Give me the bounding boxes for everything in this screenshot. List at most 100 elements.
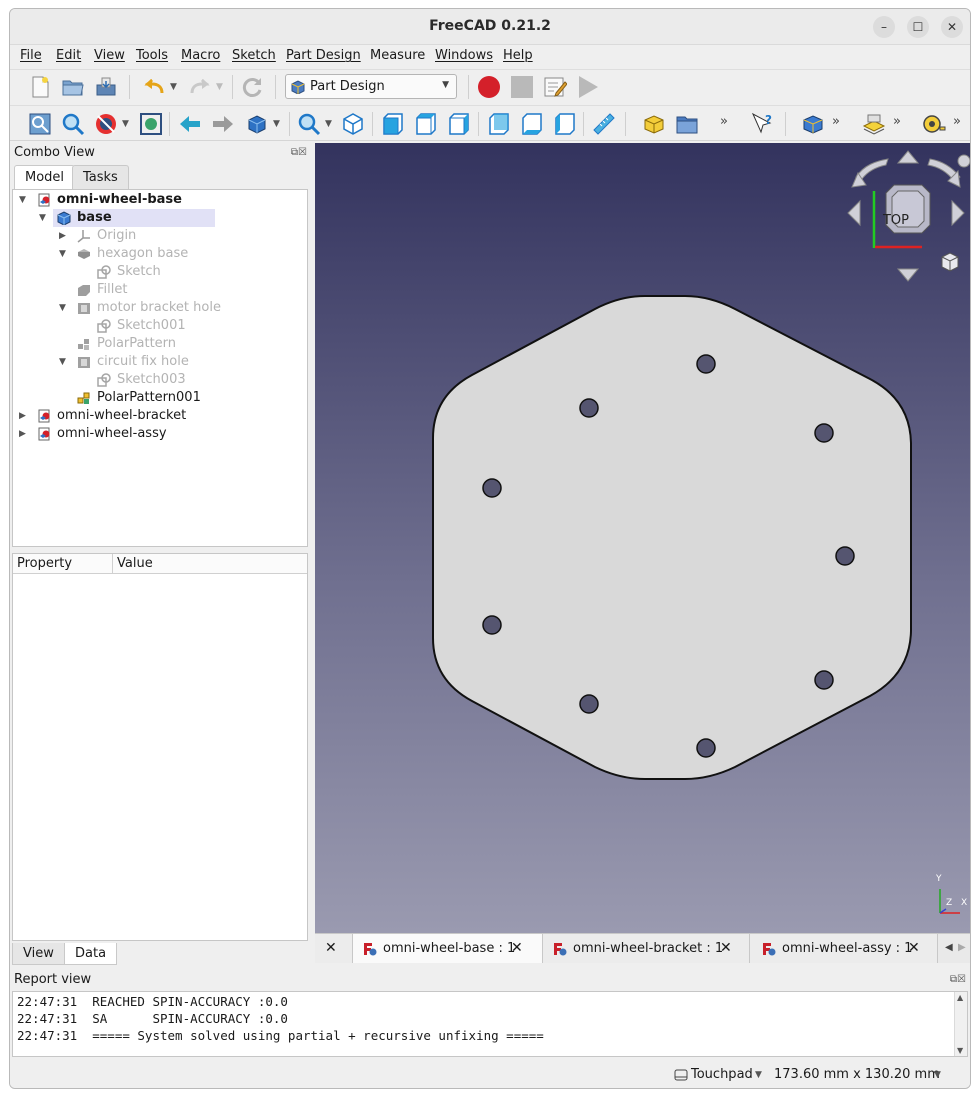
- navigation-style-label[interactable]: Touchpad: [691, 1067, 753, 1082]
- front-view-icon[interactable]: [381, 112, 405, 136]
- left-view-icon[interactable]: [553, 112, 577, 136]
- scroll-tabs-left-icon[interactable]: ◀: [945, 942, 953, 953]
- menu-view[interactable]: View: [94, 48, 125, 63]
- hole[interactable]: [482, 478, 502, 498]
- tree-item-omni-wheel-base[interactable]: ▼ omni-wheel-base: [13, 191, 307, 209]
- tab-omni-wheel-bracket[interactable]: omni-wheel-bracket : 1 ✕: [543, 934, 750, 963]
- create-body-icon[interactable]: [801, 112, 825, 136]
- value-column-header[interactable]: Value: [117, 556, 153, 571]
- refresh-icon[interactable]: [240, 75, 264, 99]
- zoom-icon[interactable]: [297, 112, 321, 136]
- tree-item-sketch001[interactable]: Sketch001: [13, 317, 307, 335]
- tree-item-omni-wheel-bracket[interactable]: ▶ omni-wheel-bracket: [13, 407, 307, 425]
- toolbar-overflow-4[interactable]: »: [953, 114, 961, 129]
- sync-view-icon[interactable]: [245, 112, 269, 136]
- tree-item-sketch[interactable]: Sketch: [13, 263, 307, 281]
- record-macro-icon[interactable]: [477, 75, 501, 99]
- menu-macro[interactable]: Macro: [181, 48, 220, 63]
- create-sketch-icon[interactable]: [862, 112, 886, 136]
- isometric-view-icon[interactable]: [341, 112, 365, 136]
- panel-float-close-icons[interactable]: ⧉☒: [950, 974, 966, 985]
- rear-view-icon[interactable]: [487, 112, 511, 136]
- whats-this-icon[interactable]: ?: [751, 112, 775, 136]
- fit-all-icon[interactable]: [61, 112, 85, 136]
- toolbar-overflow-3[interactable]: »: [893, 114, 901, 129]
- hole[interactable]: [696, 738, 716, 758]
- back-arrow-icon[interactable]: [178, 112, 202, 136]
- view-dimensions-label[interactable]: 173.60 mm x 130.20 mm: [774, 1067, 940, 1082]
- hole[interactable]: [814, 423, 834, 443]
- menu-tools[interactable]: Tools: [136, 48, 168, 63]
- expand-arrow-icon[interactable]: ▼: [39, 209, 49, 227]
- draw-style-icon[interactable]: [94, 112, 118, 136]
- scroll-up-icon[interactable]: ▲: [957, 993, 963, 1002]
- expand-arrow-icon[interactable]: ▶: [19, 407, 29, 425]
- toolbar-overflow-1[interactable]: »: [720, 114, 728, 129]
- menu-measure[interactable]: Measure: [370, 48, 425, 63]
- draw-style-dropdown-icon[interactable]: ▼: [122, 119, 129, 129]
- 3d-viewport[interactable]: TOP Y X Z: [315, 143, 970, 933]
- tree-item-sketch003[interactable]: Sketch003: [13, 371, 307, 389]
- report-output[interactable]: 22:47:31 REACHED SPIN-ACCURACY :0.0 22:4…: [12, 991, 968, 1057]
- expand-arrow-icon[interactable]: ▶: [59, 227, 69, 245]
- menu-file[interactable]: File: [20, 48, 42, 63]
- tree-item-polarpattern[interactable]: PolarPattern: [13, 335, 307, 353]
- save-icon[interactable]: [94, 75, 118, 99]
- hexagon-base-part[interactable]: [432, 295, 912, 780]
- right-view-icon[interactable]: [447, 112, 471, 136]
- hole[interactable]: [482, 615, 502, 635]
- scroll-down-icon[interactable]: ▼: [957, 1046, 963, 1055]
- redo-icon[interactable]: [188, 75, 212, 99]
- scroll-tabs-right-icon[interactable]: ▶: [958, 942, 966, 953]
- expand-arrow-icon[interactable]: ▼: [19, 191, 29, 209]
- nav-up-arrow-icon[interactable]: [896, 150, 920, 164]
- toolbar-overflow-2[interactable]: »: [832, 114, 840, 129]
- expand-arrow-icon[interactable]: ▼: [59, 353, 69, 371]
- close-tab-icon[interactable]: ✕: [720, 934, 732, 963]
- rotate-left-icon[interactable]: [855, 158, 889, 180]
- expand-arrow-icon[interactable]: ▼: [59, 245, 69, 263]
- tree-item-hexagon-base[interactable]: ▼ hexagon base: [13, 245, 307, 263]
- workbench-selector[interactable]: Part Design ▼: [285, 74, 457, 99]
- bottom-view-icon[interactable]: [520, 112, 544, 136]
- bounding-box-icon[interactable]: [139, 112, 163, 136]
- tree-item-origin[interactable]: ▶ Origin: [13, 227, 307, 245]
- property-column-header[interactable]: Property: [17, 556, 72, 571]
- close-tab-icon[interactable]: ✕: [511, 934, 523, 963]
- tree-item-motor-bracket-hole[interactable]: ▼ motor bracket hole: [13, 299, 307, 317]
- menu-help[interactable]: Help: [503, 48, 533, 63]
- menu-edit[interactable]: Edit: [56, 48, 81, 63]
- hole[interactable]: [835, 546, 855, 566]
- tab-tasks[interactable]: Tasks: [72, 165, 129, 189]
- menu-part-design[interactable]: Part Design: [286, 48, 361, 63]
- close-button[interactable]: ✕: [941, 16, 963, 38]
- tree-item-polarpattern001[interactable]: PolarPattern001: [13, 389, 307, 407]
- panel-float-close-icons[interactable]: ⧉☒: [291, 147, 307, 158]
- create-part-icon[interactable]: [642, 112, 666, 136]
- zoom-dropdown-icon[interactable]: ▼: [325, 119, 332, 129]
- expand-arrow-icon[interactable]: ▼: [59, 299, 69, 317]
- measure-distance-icon[interactable]: [592, 112, 616, 136]
- tab-omni-wheel-assy[interactable]: omni-wheel-assy : 1 ✕: [750, 934, 938, 963]
- measure-tape-icon[interactable]: [922, 112, 946, 136]
- close-tab-icon[interactable]: ✕: [325, 934, 337, 963]
- minimize-button[interactable]: –: [873, 16, 895, 38]
- tab-model[interactable]: Model: [14, 165, 76, 189]
- nav-menu-icon[interactable]: [957, 154, 970, 168]
- sync-view-dropdown-icon[interactable]: ▼: [273, 119, 280, 129]
- tab-omni-wheel-base[interactable]: omni-wheel-base : 1 ✕: [353, 934, 543, 963]
- tree-item-omni-wheel-assy[interactable]: ▶ omni-wheel-assy: [13, 425, 307, 443]
- tab-data[interactable]: Data: [64, 943, 118, 965]
- nav-left-arrow-icon[interactable]: [847, 199, 861, 227]
- undo-dropdown-icon[interactable]: ▼: [170, 82, 177, 92]
- run-macro-icon[interactable]: [576, 75, 600, 99]
- report-scrollbar[interactable]: ▲ ▼: [954, 992, 967, 1056]
- new-document-icon[interactable]: [28, 75, 52, 99]
- forward-arrow-icon[interactable]: [211, 112, 235, 136]
- stop-macro-icon[interactable]: [510, 75, 534, 99]
- nav-down-arrow-icon[interactable]: [896, 268, 920, 282]
- previous-tab-close[interactable]: ✕: [315, 934, 353, 963]
- tree-item-fillet[interactable]: Fillet: [13, 281, 307, 299]
- std-view-icon[interactable]: [28, 112, 52, 136]
- hole[interactable]: [579, 694, 599, 714]
